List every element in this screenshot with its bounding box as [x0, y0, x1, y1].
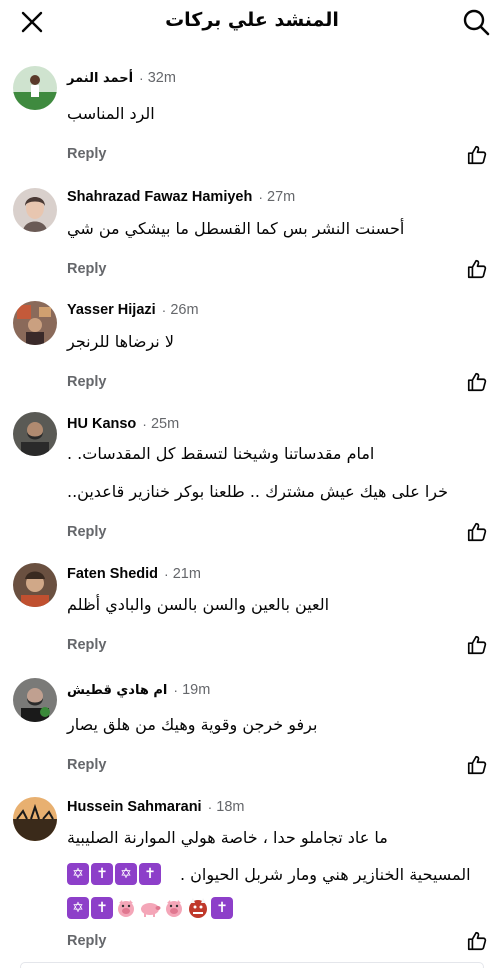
like-icon[interactable] — [466, 521, 488, 543]
search-icon[interactable] — [462, 8, 490, 36]
star-of-david-icon: ✡ — [67, 897, 89, 919]
comment-author[interactable]: Hussein Sahmarani — [67, 799, 202, 815]
comment-text: لا نرضاها للرنجر — [67, 332, 174, 351]
comment-author[interactable]: أحمد النمر — [67, 71, 133, 86]
avatar[interactable] — [13, 563, 57, 607]
emoji-row: ✡ ✝ ✡ ✝ — [67, 863, 161, 885]
separator-dot: · — [258, 189, 264, 205]
reply-button[interactable]: Reply — [67, 146, 107, 162]
pig-icon — [115, 897, 137, 919]
separator-dot: · — [173, 682, 179, 698]
comment-text: العين بالعين والسن بالسن والبادي أظلم — [67, 595, 330, 614]
comment-author[interactable]: Faten Shedid — [67, 566, 158, 582]
reply-button[interactable]: Reply — [67, 757, 107, 773]
star-of-david-icon: ✡ — [115, 863, 137, 885]
like-icon[interactable] — [466, 634, 488, 656]
comment-text: أحسنت النشر بس كما القسطل ما بيشكي من شي — [67, 219, 405, 238]
comment-author[interactable]: ام هادي قطيش — [67, 683, 167, 698]
emoji-row: ✡ ✝ ✝ — [67, 897, 233, 919]
comment-author[interactable]: Shahrazad Fawaz Hamiyeh — [67, 189, 252, 205]
comment-text: المسيحية الخنازير هني ومار شربل الحيوان … — [180, 865, 471, 884]
comment-time[interactable]: 32m — [148, 70, 176, 86]
avatar[interactable] — [13, 412, 57, 456]
cross-icon: ✝ — [91, 897, 113, 919]
separator-dot: · — [161, 302, 167, 318]
comment-text: امام مقدساتنا وشيخنا لتسقط كل المقدسات. … — [67, 444, 375, 463]
separator-dot: · — [142, 416, 147, 432]
reply-button[interactable]: Reply — [67, 374, 107, 390]
comment-text: الرد المناسب — [67, 104, 155, 123]
like-icon[interactable] — [466, 258, 488, 280]
like-icon[interactable] — [466, 371, 488, 393]
page-title: المنشد علي بركات — [165, 9, 339, 31]
comment-text: برفو خرجن وقوية وهيك من هلق يصار — [67, 715, 318, 734]
comment-text: ما عاد تجاملو حدا ، خاصة هولي الموارنة ا… — [67, 828, 388, 847]
reply-button[interactable]: Reply — [67, 637, 107, 653]
pig-icon — [163, 897, 185, 919]
avatar[interactable] — [13, 797, 57, 841]
avatar[interactable] — [13, 188, 57, 232]
like-icon[interactable] — [466, 754, 488, 776]
comment-time[interactable]: 27m — [267, 189, 295, 205]
avatar[interactable] — [13, 66, 57, 110]
comment-time[interactable]: 21m — [173, 566, 201, 582]
avatar[interactable] — [13, 301, 57, 345]
avatar[interactable] — [13, 678, 57, 722]
cross-icon: ✝ — [139, 863, 161, 885]
reply-button[interactable]: Reply — [67, 524, 107, 540]
comment-time[interactable]: 25m — [151, 416, 179, 432]
like-icon[interactable] — [466, 144, 488, 166]
comment-time[interactable]: 19m — [182, 682, 210, 698]
comment-author[interactable]: Yasser Hijazi — [67, 302, 156, 318]
comment-time[interactable]: 26m — [170, 302, 198, 318]
comment-text: خرا على هيك عيش مشترك .. طلعنا بوكر خناز… — [67, 482, 448, 501]
separator-dot: · — [207, 799, 213, 815]
cross-icon: ✝ — [211, 897, 233, 919]
star-of-david-icon: ✡ — [67, 863, 89, 885]
ogre-icon — [187, 897, 209, 919]
header: المنشد علي بركات — [0, 0, 504, 46]
like-icon[interactable] — [466, 930, 488, 952]
comment-composer[interactable] — [0, 960, 504, 968]
separator-dot: · — [139, 70, 144, 86]
comment-author[interactable]: HU Kanso — [67, 416, 136, 432]
cross-icon: ✝ — [91, 863, 113, 885]
reply-button[interactable]: Reply — [67, 933, 107, 949]
reply-button[interactable]: Reply — [67, 261, 107, 277]
comment-time[interactable]: 18m — [216, 799, 244, 815]
separator-dot: · — [164, 566, 169, 582]
pig-icon — [139, 897, 161, 919]
